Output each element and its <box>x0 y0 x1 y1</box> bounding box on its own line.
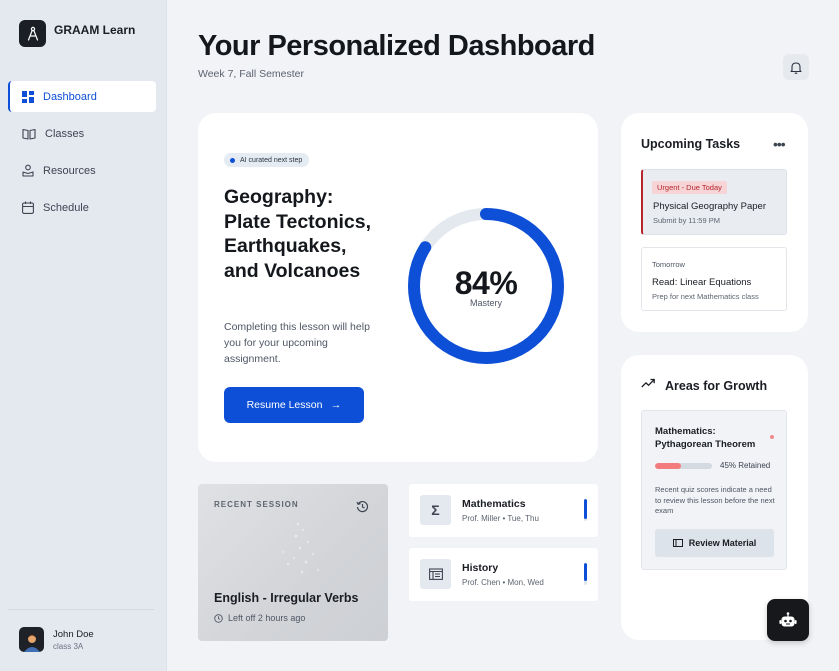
retention-bar-fill <box>655 463 681 469</box>
recent-session-title: English - Irregular Verbs <box>214 591 359 605</box>
areas-for-growth-card: Areas for Growth Mathematics: Pythagorea… <box>621 355 808 640</box>
arrow-right-icon: → <box>330 399 342 411</box>
status-dot-icon <box>230 157 235 163</box>
lesson-title: Geography: Plate Tectonics, Earthquakes,… <box>224 186 372 282</box>
sidebar-item-label: Classes <box>45 127 85 140</box>
mastery-label: Mastery <box>469 298 502 308</box>
sidebar-item-schedule[interactable]: Schedule <box>8 192 156 223</box>
book-open-icon <box>22 128 36 140</box>
avatar <box>19 627 44 652</box>
user-profile[interactable]: John Doe class 3A <box>19 627 94 652</box>
class-card-mathematics[interactable]: Σ Mathematics Prof. Miller • Tue, Thu <box>409 484 598 537</box>
sidebar-item-resources[interactable]: Resources <box>8 155 156 186</box>
brand[interactable]: GRAAM Learn <box>19 20 135 47</box>
sidebar-item-dashboard[interactable]: Dashboard <box>8 81 156 112</box>
task-item-urgent[interactable]: Urgent - Due Today Physical Geography Pa… <box>641 169 787 235</box>
upcoming-tasks-card: Upcoming Tasks ••• Urgent - Due Today Ph… <box>621 113 808 332</box>
class-progress-fill <box>584 499 587 519</box>
clock-icon <box>214 613 223 623</box>
task-item[interactable]: Tomorrow Read: Linear Equations Prep for… <box>641 247 787 311</box>
bell-icon <box>790 61 802 74</box>
class-name: History <box>462 562 499 574</box>
task-subtext: Submit by 11:59 PM <box>653 216 720 225</box>
next-step-card: AI curated next step Geography: Plate Te… <box>198 113 598 462</box>
page-subtitle: Week 7, Fall Semester <box>198 68 305 80</box>
retention-text: 45% Retained <box>720 461 771 470</box>
decorative-pattern <box>282 522 319 574</box>
ai-curated-badge: AI curated next step <box>224 153 310 167</box>
history-icon[interactable] <box>356 500 369 513</box>
recent-session-card[interactable]: RECENT SESSION English - Irregular Verbs… <box>198 484 388 641</box>
sidebar-item-label: Resources <box>43 164 96 177</box>
sidebar: GRAAM Learn Dashboard Classes Resources … <box>0 0 167 671</box>
sigma-icon: Σ <box>420 495 451 525</box>
compass-logo-icon <box>19 20 46 47</box>
app-name: GRAAM Learn <box>54 22 136 37</box>
robot-icon <box>779 612 797 627</box>
calendar-icon <box>22 201 34 214</box>
user-class: class 3A <box>53 641 84 651</box>
user-resources-icon <box>22 164 34 177</box>
task-name: Physical Geography Paper <box>653 201 767 212</box>
recent-session-label: RECENT SESSION <box>214 500 299 509</box>
class-meta: Prof. Miller • Tue, Thu <box>462 514 539 523</box>
class-meta: Prof. Chen • Mon, Wed <box>462 578 544 587</box>
growth-item-title: Mathematics: Pythagorean Theorem <box>655 426 756 450</box>
book-icon <box>672 539 683 547</box>
page-title: Your Personalized Dashboard <box>198 30 595 62</box>
class-progress-bar <box>584 499 587 521</box>
alert-dot-icon <box>770 435 774 439</box>
growth-item-description: Recent quiz scores indicate a need to re… <box>655 485 775 515</box>
review-material-button[interactable]: Review Material <box>655 529 774 557</box>
more-options-icon[interactable]: ••• <box>773 136 786 152</box>
areas-for-growth-title: Areas for Growth <box>665 379 768 393</box>
mastery-value: 84% <box>454 265 518 301</box>
task-name: Read: Linear Equations <box>652 277 752 288</box>
class-name: Mathematics <box>462 498 526 510</box>
task-due-label: Tomorrow <box>652 260 685 269</box>
sidebar-item-label: Schedule <box>43 201 89 214</box>
sidebar-nav: Dashboard Classes Resources Schedule <box>8 81 156 229</box>
resume-lesson-button[interactable]: Resume Lesson → <box>224 387 364 423</box>
upcoming-tasks-title: Upcoming Tasks <box>641 137 741 151</box>
ai-assistant-button[interactable] <box>767 599 809 641</box>
resume-lesson-label: Resume Lesson <box>246 399 323 411</box>
review-material-label: Review Material <box>688 538 757 548</box>
class-progress-bar <box>584 563 587 585</box>
recent-session-time-text: Left off 2 hours ago <box>228 613 306 623</box>
task-subtext: Prep for next Mathematics class <box>652 292 759 301</box>
ai-badge-label: AI curated next step <box>240 156 303 164</box>
sidebar-item-classes[interactable]: Classes <box>8 118 156 149</box>
retention-bar <box>655 463 712 469</box>
trending-up-icon <box>641 378 655 388</box>
class-card-history[interactable]: History Prof. Chen • Mon, Wed <box>409 548 598 601</box>
sidebar-divider <box>8 609 154 610</box>
class-progress-fill <box>584 563 587 581</box>
growth-item: Mathematics: Pythagorean Theorem 45% Ret… <box>641 410 787 570</box>
lesson-description: Completing this lesson will help you for… <box>224 321 370 365</box>
grid-icon <box>22 90 34 103</box>
user-name: John Doe <box>53 628 94 640</box>
urgent-badge: Urgent - Due Today <box>652 181 727 194</box>
notifications-button[interactable] <box>783 54 809 80</box>
history-book-icon <box>420 559 451 589</box>
sidebar-item-label: Dashboard <box>43 90 97 103</box>
recent-session-time: Left off 2 hours ago <box>214 613 305 623</box>
